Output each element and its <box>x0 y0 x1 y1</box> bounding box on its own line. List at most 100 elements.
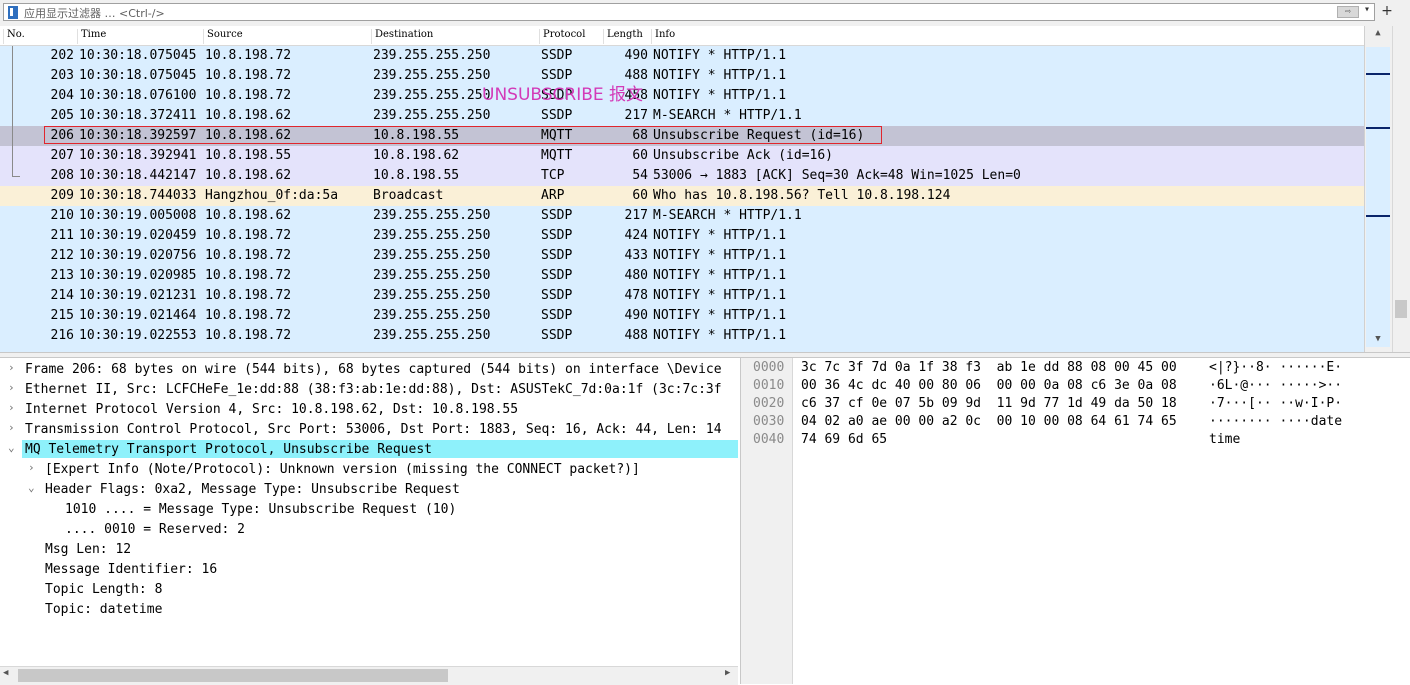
packet-time: 10:30:19.021464 <box>79 308 197 323</box>
scroll-left-icon[interactable]: ◀ <box>3 668 8 678</box>
packet-source: 10.8.198.55 <box>205 148 292 163</box>
detail-row[interactable]: › Internet Protocol Version 4, Src: 10.8.… <box>0 400 740 420</box>
scroll-right-icon[interactable]: ▶ <box>725 668 730 678</box>
byte-hex[interactable]: 00 36 4c dc 40 00 80 06 00 00 0a 08 c6 3… <box>801 378 1177 396</box>
detail-row[interactable]: › [Expert Info (Note/Protocol): Unknown v… <box>0 460 740 480</box>
packet-no: 215 <box>50 308 74 323</box>
column-header-source[interactable]: Source <box>203 29 371 44</box>
packet-row[interactable]: 206 10:30:18.392597 10.8.198.62 10.8.198.55… <box>0 126 1364 146</box>
packet-destination: 239.255.255.250 <box>373 208 491 223</box>
expand-icon[interactable]: › <box>8 401 15 414</box>
packet-no: 209 <box>50 188 74 203</box>
byte-ascii[interactable]: ·7···[·· ··w·I·P· <box>1209 396 1342 414</box>
packet-info: NOTIFY * HTTP/1.1 <box>653 268 787 283</box>
byte-hex[interactable]: 3c 7c 3f 7d 0a 1f 38 f3 ab 1e dd 88 08 0… <box>801 360 1177 378</box>
byte-hex[interactable]: 74 69 6d 65 <box>801 432 887 450</box>
packet-protocol: ARP <box>541 188 565 203</box>
collapse-icon[interactable]: ⌄ <box>28 481 35 494</box>
collapse-icon[interactable]: ⌄ <box>8 441 15 454</box>
packet-no: 208 <box>50 168 74 183</box>
byte-offset: 0020 <box>753 396 785 411</box>
packet-protocol: TCP <box>541 168 565 183</box>
packet-info: NOTIFY * HTTP/1.1 <box>653 248 787 263</box>
bookmark-icon[interactable] <box>8 6 18 19</box>
conversation-bracket-end <box>12 176 20 177</box>
packet-protocol: SSDP <box>541 228 573 243</box>
expand-icon[interactable]: › <box>28 461 35 474</box>
apply-filter-button[interactable]: ⇨ <box>1337 6 1359 18</box>
expand-icon[interactable]: › <box>8 361 15 374</box>
packet-no: 214 <box>50 288 74 303</box>
packet-time: 10:30:19.020756 <box>79 248 197 263</box>
packet-source: 10.8.198.72 <box>205 68 292 83</box>
detail-row[interactable]: Topic: datetime <box>0 600 740 620</box>
packet-time: 10:30:19.022553 <box>79 328 197 343</box>
packet-time: 10:30:19.020459 <box>79 228 197 243</box>
packet-no: 211 <box>50 228 74 243</box>
column-header-time[interactable]: Time <box>77 29 203 44</box>
detail-row[interactable]: Msg Len: 12 <box>0 540 740 560</box>
scroll-down-icon[interactable]: ▼ <box>1366 334 1390 350</box>
packet-row[interactable]: 205 10:30:18.372411 10.8.198.62 239.255.255… <box>0 106 1364 126</box>
packet-row[interactable]: 209 10:30:18.744033 Hangzhou_0f:da:5a Broad… <box>0 186 1364 206</box>
detail-text: 1010 .... = Message Type: Unsubscribe Re… <box>65 502 457 517</box>
packet-length: 60 <box>632 148 648 163</box>
packet-row[interactable]: 203 10:30:18.075045 10.8.198.72 239.255.255… <box>0 66 1364 86</box>
packet-row[interactable]: 212 10:30:19.020756 10.8.198.72 239.255.255… <box>0 246 1364 266</box>
byte-ascii[interactable]: <|?}··8· ······E· <box>1209 360 1342 378</box>
packet-row[interactable]: 214 10:30:19.021231 10.8.198.72 239.255.255… <box>0 286 1364 306</box>
detail-row[interactable]: ⌄ MQ Telemetry Transport Protocol, Unsubs… <box>0 440 740 460</box>
column-header-length[interactable]: Length <box>603 29 651 44</box>
packet-row[interactable]: 215 10:30:19.021464 10.8.198.72 239.255.255… <box>0 306 1364 326</box>
packet-row[interactable]: 216 10:30:19.022553 10.8.198.72 239.255.255… <box>0 326 1364 346</box>
packet-row[interactable]: 204 10:30:18.076100 10.8.198.72 239.255.255… <box>0 86 1364 106</box>
byte-ascii[interactable]: ·6L·@··· ·····>·· <box>1209 378 1342 396</box>
detail-row[interactable]: Message Identifier: 16 <box>0 560 740 580</box>
packet-info: M-SEARCH * HTTP/1.1 <box>653 208 802 223</box>
detail-row[interactable]: Topic Length: 8 <box>0 580 740 600</box>
packet-protocol: MQTT <box>541 148 573 163</box>
detail-row[interactable]: 1010 .... = Message Type: Unsubscribe Re… <box>0 500 740 520</box>
packet-destination: 239.255.255.250 <box>373 308 491 323</box>
packet-time: 10:30:18.442147 <box>79 168 197 183</box>
detail-row[interactable]: ⌄ Header Flags: 0xa2, Message Type: Unsub… <box>0 480 740 500</box>
packet-row[interactable]: 207 10:30:18.392941 10.8.198.55 10.8.198.62… <box>0 146 1364 166</box>
packet-info: NOTIFY * HTTP/1.1 <box>653 48 787 63</box>
expand-icon[interactable]: › <box>8 421 15 434</box>
scroll-up-icon[interactable]: ▲ <box>1366 28 1390 44</box>
packet-no: 212 <box>50 248 74 263</box>
packet-no: 207 <box>50 148 74 163</box>
detail-row[interactable]: .... 0010 = Reserved: 2 <box>0 520 740 540</box>
detail-row[interactable]: › Ethernet II, Src: LCFCHeFe_1e:dd:88 (38… <box>0 380 740 400</box>
column-header-destination[interactable]: Destination <box>371 29 539 44</box>
byte-offset: 0030 <box>753 414 785 429</box>
column-header-no[interactable]: No. <box>3 29 77 44</box>
detail-text: Frame 206: 68 bytes on wire (544 bits), … <box>25 362 722 377</box>
detail-row[interactable]: › Transmission Control Protocol, Src Port… <box>0 420 740 440</box>
byte-ascii[interactable]: time <box>1209 432 1240 450</box>
minimap-marker <box>1366 73 1390 75</box>
column-header-protocol[interactable]: Protocol <box>539 29 603 44</box>
column-header-info[interactable]: Info <box>651 29 1351 44</box>
packet-row[interactable]: 210 10:30:19.005008 10.8.198.62 239.255.255… <box>0 206 1364 226</box>
display-filter-toolbar: 应用显示过滤器 … <Ctrl-/> ⇨ ▾ + <box>0 0 1410 27</box>
byte-ascii[interactable]: ········ ····date <box>1209 414 1342 432</box>
expand-icon[interactable]: › <box>8 381 15 394</box>
packet-row[interactable]: 211 10:30:19.020459 10.8.198.72 239.255.255… <box>0 226 1364 246</box>
add-filter-button[interactable]: + <box>1379 2 1395 20</box>
details-hscroll-thumb[interactable] <box>18 669 448 682</box>
packet-row[interactable]: 202 10:30:18.075045 10.8.198.72 239.255.255… <box>0 46 1364 66</box>
annotation-label: UNSUBSCRIBE 报文 <box>482 85 644 105</box>
chevron-down-icon[interactable]: ▾ <box>1364 4 1370 15</box>
packet-row[interactable]: 213 10:30:19.020985 10.8.198.72 239.255.255… <box>0 266 1364 286</box>
packet-protocol: SSDP <box>541 308 573 323</box>
byte-offset: 0010 <box>753 378 785 393</box>
window-scrollbar-thumb[interactable] <box>1395 300 1407 318</box>
packet-minimap[interactable] <box>1366 47 1390 347</box>
packet-source: 10.8.198.72 <box>205 308 292 323</box>
byte-hex[interactable]: 04 02 a0 ae 00 00 a2 0c 00 10 00 08 64 6… <box>801 414 1177 432</box>
packet-row[interactable]: 208 10:30:18.442147 10.8.198.62 10.8.198.55… <box>0 166 1364 186</box>
byte-hex[interactable]: c6 37 cf 0e 07 5b 09 9d 11 9d 77 1d 49 d… <box>801 396 1177 414</box>
detail-row[interactable]: › Frame 206: 68 bytes on wire (544 bits),… <box>0 360 740 380</box>
display-filter-input[interactable]: 应用显示过滤器 … <Ctrl-/> ⇨ ▾ <box>3 3 1375 21</box>
